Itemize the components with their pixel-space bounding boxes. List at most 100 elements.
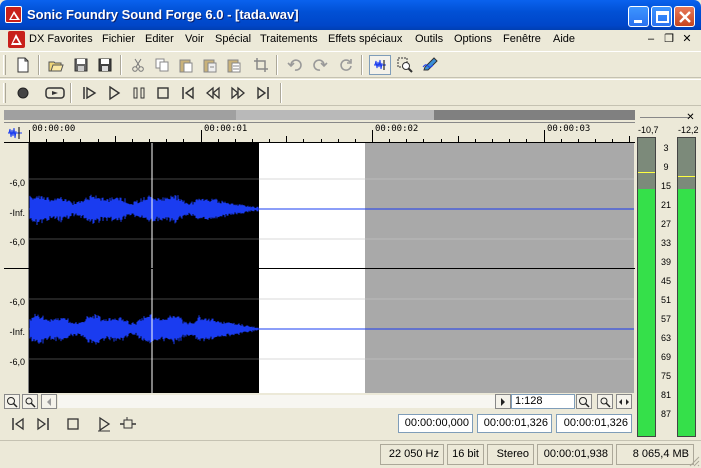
meters-drag-bar[interactable] <box>640 117 690 118</box>
menu-outils[interactable]: Outils <box>415 33 443 45</box>
meter-scale: 3 9 15 21 27 33 39 45 51 57 63 69 75 81 … <box>657 137 675 437</box>
maximize-button[interactable] <box>651 6 672 27</box>
go-to-end-button[interactable] <box>252 83 274 103</box>
menu-traitements[interactable]: Traitements <box>260 33 318 45</box>
redo-button[interactable] <box>309 55 331 75</box>
ruler-edit-tool-icon[interactable] <box>6 125 26 141</box>
ruler-tick <box>440 139 442 142</box>
overview-visible-range[interactable] <box>236 110 434 120</box>
menu-effets-speciaux[interactable]: Effets spéciaux <box>328 33 402 45</box>
paste-icon <box>179 59 193 73</box>
ruler-tick <box>286 136 288 142</box>
undo-button[interactable] <box>284 55 306 75</box>
maximize-icon <box>656 11 669 23</box>
play-button[interactable] <box>103 83 125 103</box>
scroll-track[interactable] <box>58 395 495 408</box>
zoom-in-level-button[interactable] <box>576 394 592 409</box>
dw-plug-button[interactable] <box>118 415 138 433</box>
new-button[interactable] <box>12 55 34 75</box>
toolbar-grip[interactable] <box>3 83 6 103</box>
channel-db-label: -6,0 <box>9 237 25 247</box>
save-button[interactable] <box>70 55 92 75</box>
document-icon[interactable] <box>8 31 25 48</box>
selection-end-field[interactable]: 00:00:01,326 <box>477 414 552 433</box>
close-button[interactable] <box>674 6 695 27</box>
repeat-button[interactable] <box>335 55 357 75</box>
mdi-minimize-button[interactable]: – <box>643 32 659 47</box>
status-free-space[interactable]: 8 065,4 MB <box>616 444 694 465</box>
ruler-tick <box>526 139 528 142</box>
edit-tool-button[interactable] <box>369 55 391 75</box>
scroll-left-button[interactable] <box>41 394 57 409</box>
left-peak-marker <box>638 172 655 173</box>
sound-forge-app-icon[interactable] <box>5 6 22 23</box>
zoom-out-level-button[interactable] <box>597 394 613 409</box>
paste-special-button[interactable] <box>199 55 221 75</box>
resize-grip-icon[interactable] <box>688 455 700 467</box>
overview-bar[interactable] <box>4 107 635 123</box>
menu-fenetre[interactable]: Fenêtre <box>503 33 541 45</box>
mdi-restore-button[interactable]: ❐ <box>661 32 677 47</box>
status-length[interactable]: 00:00:01,938 <box>537 444 613 465</box>
rewind-button[interactable] <box>202 83 224 103</box>
dw-go-to-start-button[interactable] <box>8 415 28 433</box>
dw-stop-button[interactable] <box>63 415 83 433</box>
save-as-button[interactable] <box>94 55 116 75</box>
status-sample-rate[interactable]: 22 050 Hz <box>380 444 444 465</box>
stop-icon <box>67 418 79 430</box>
horizontal-scrollbar[interactable]: 1:128 <box>4 393 635 410</box>
status-channels[interactable]: Stereo <box>487 444 534 465</box>
right-peak-label[interactable]: -12,2 <box>678 125 699 135</box>
mix-button[interactable] <box>223 55 245 75</box>
dw-play-normal-button[interactable] <box>94 415 114 433</box>
left-peak-label[interactable]: -10,7 <box>638 125 659 135</box>
left-meter <box>637 137 656 437</box>
scissors-icon <box>132 58 144 72</box>
menu-editer[interactable]: Editer <box>145 33 174 45</box>
stop-button[interactable] <box>152 83 174 103</box>
copy-button[interactable] <box>151 55 173 75</box>
toolbar-separator <box>70 83 72 103</box>
status-bit-depth[interactable]: 16 bit <box>447 444 484 465</box>
mdi-close-button[interactable]: ✕ <box>679 32 695 47</box>
menu-voir[interactable]: Voir <box>185 33 204 45</box>
pencil-tool-button[interactable] <box>419 55 441 75</box>
repeat-icon <box>340 59 352 71</box>
forward-button[interactable] <box>227 83 249 103</box>
zoom-in-button[interactable] <box>4 394 20 409</box>
minimize-button[interactable] <box>628 6 649 27</box>
loop-playback-button[interactable] <box>44 83 66 103</box>
mix-paste-icon <box>227 59 241 73</box>
channel-db-label: -Inf. <box>9 208 25 218</box>
zoom-ratio-field[interactable]: 1:128 <box>511 394 575 409</box>
zoom-out-button[interactable] <box>22 394 38 409</box>
meters-close-icon[interactable]: ✕ <box>685 112 696 123</box>
go-to-start-icon <box>182 86 194 100</box>
paste-button[interactable] <box>175 55 197 75</box>
overview-view-range[interactable] <box>4 110 236 120</box>
selection-length-field[interactable]: 00:00:01,326 <box>556 414 632 433</box>
menu-special[interactable]: Spécial <box>215 33 251 45</box>
meter-scale-label: 81 <box>660 390 671 400</box>
pause-button[interactable] <box>128 83 150 103</box>
time-ruler[interactable]: 00:00:00 00:00:01 00:00:02 00:00:03 <box>4 123 635 143</box>
selection-start-field[interactable]: 00:00:00,000 <box>398 414 473 433</box>
menu-fichier[interactable]: Fichier <box>102 33 135 45</box>
menu-aide[interactable]: Aide <box>553 33 575 45</box>
record-button[interactable] <box>12 83 34 103</box>
dw-go-to-end-button[interactable] <box>33 415 53 433</box>
toolbar-grip[interactable] <box>3 55 6 75</box>
crop-button[interactable] <box>250 55 272 75</box>
waveform-area[interactable]: -6,0 -Inf. -6,0 -6,0 -Inf. -6,0 <box>4 143 635 393</box>
zoom-normal-button[interactable] <box>616 394 632 409</box>
go-to-start-button[interactable] <box>177 83 199 103</box>
ruler-tick <box>46 139 48 142</box>
menu-dx-favorites[interactable]: DX Favorites <box>29 33 93 45</box>
play-all-button[interactable] <box>78 83 100 103</box>
menu-options[interactable]: Options <box>454 33 492 45</box>
cut-button[interactable] <box>127 55 149 75</box>
magnify-tool-button[interactable] <box>394 55 416 75</box>
scroll-right-button[interactable] <box>495 394 511 409</box>
transport-toolbar <box>0 79 701 106</box>
open-button[interactable] <box>45 55 67 75</box>
